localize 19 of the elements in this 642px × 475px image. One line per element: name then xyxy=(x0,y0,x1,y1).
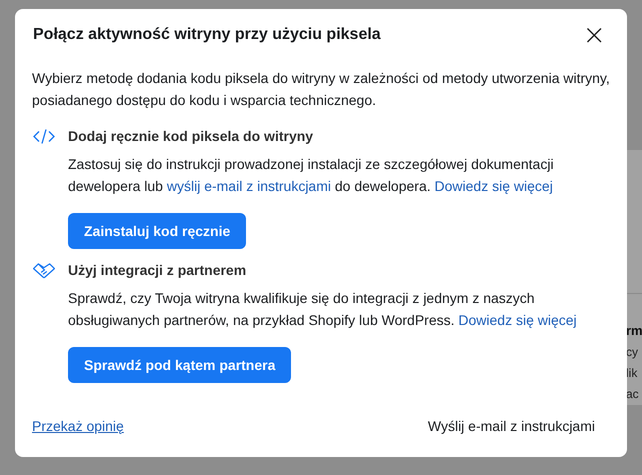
text-link[interactable]: Dowiedz się więcej xyxy=(434,178,553,194)
handshake-icon xyxy=(32,262,56,279)
close-button[interactable]: × xyxy=(580,21,608,49)
option-description: Sprawdź, czy Twoja witryna kwalifikuje się do integracji z jednym z naszych obsługiwanych partnerów, na przykład Shopify lub WordPress. Dowiedz się więcej xyxy=(68,289,578,330)
dialog-title: Połącz aktywność witryny przy użyciu piksela xyxy=(33,26,381,44)
primary-button[interactable]: Zainstaluj kod ręcznie xyxy=(68,213,246,249)
option-description: Zastosuj się do instrukcji prowadzonej instalacji ze szczegółowej dokumentacji dewelopera lub wyślij e-mail z instrukcjami do dewelopera. Dowiedz się więcej xyxy=(68,155,555,196)
option-title: Użyj integracji z partnerem xyxy=(68,261,246,280)
background-text: lik xyxy=(626,365,638,382)
primary-button[interactable]: Sprawdź pod kątem partnera xyxy=(68,347,292,383)
background-heading: rm xyxy=(626,322,642,340)
option-title: Dodaj ręcznie kod piksela do witryny xyxy=(68,127,314,146)
background-text: ac xyxy=(626,386,639,403)
send-email-button[interactable]: Wyślij e-mail z instrukcjami xyxy=(428,418,595,434)
text-link[interactable]: wyślij e-mail z instrukcjami xyxy=(166,178,331,194)
feedback-link[interactable]: Przekaż opinię xyxy=(32,418,124,434)
code-icon xyxy=(32,128,56,145)
text-link[interactable]: Dowiedz się więcej xyxy=(458,312,577,328)
intro-text: Wybierz metodę dodania kodu piksela do witryny w zależności od metody utworzenia witryny, posiadanego dostępu do kodu i wsparcia technicznego. xyxy=(32,69,610,110)
